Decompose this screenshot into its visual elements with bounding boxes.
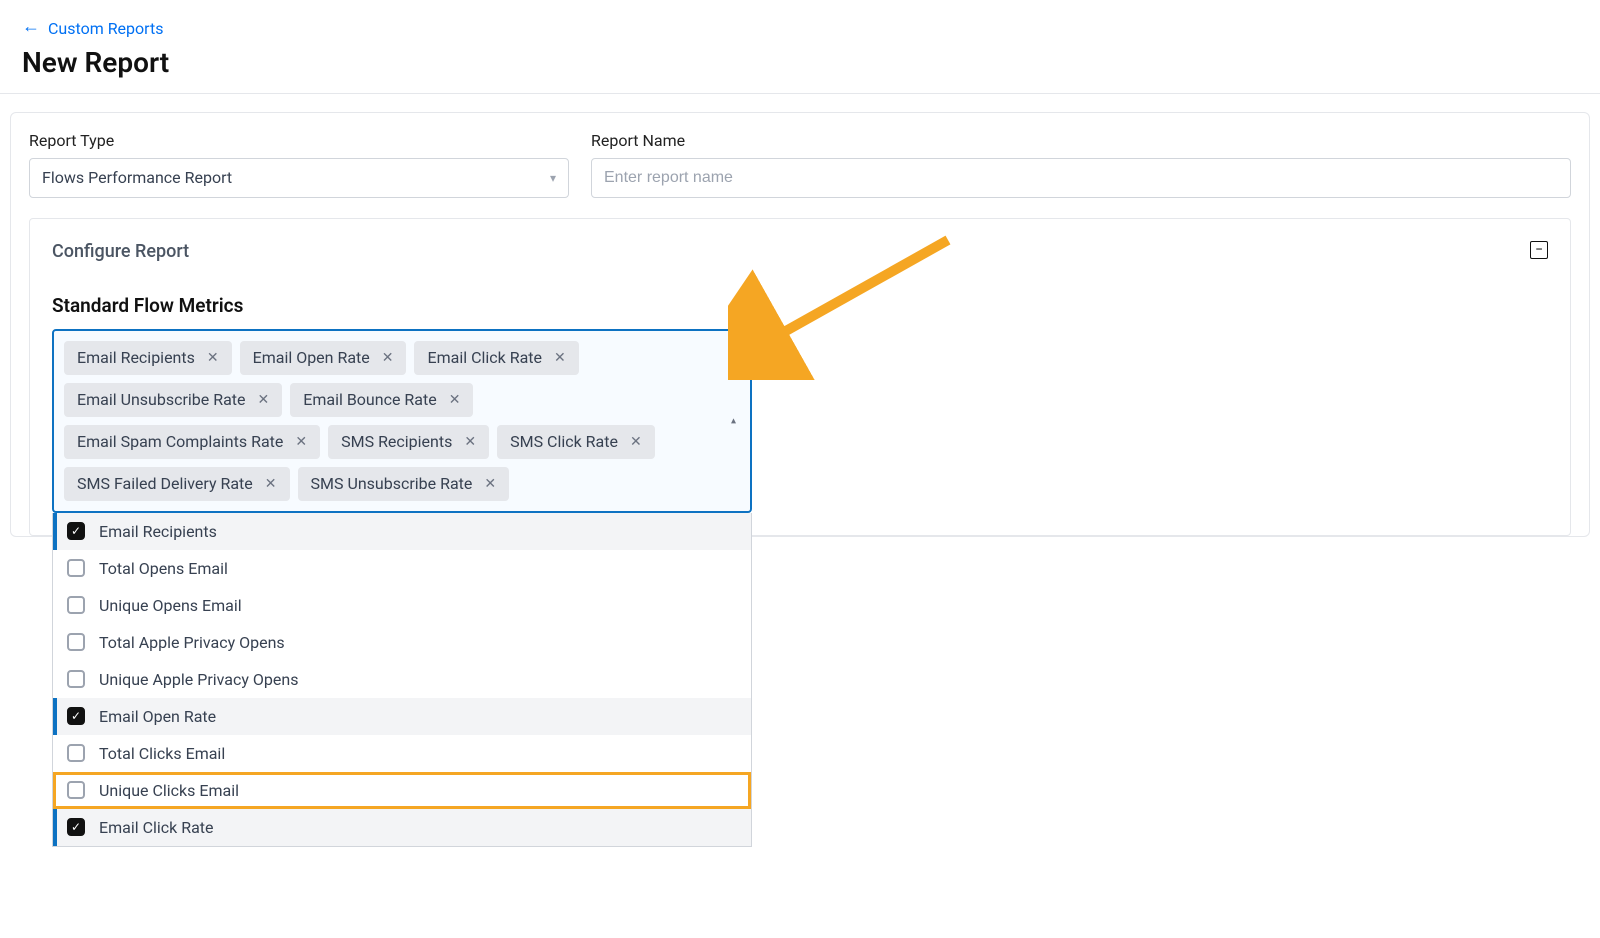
checkbox-icon bbox=[67, 818, 85, 836]
report-type-label: Report Type bbox=[29, 131, 569, 150]
page-header: ← Custom Reports New Report bbox=[0, 0, 1600, 94]
metric-option[interactable]: Total Opens Email bbox=[53, 550, 751, 587]
metric-chip: Email Recipients ✕ bbox=[64, 341, 232, 375]
report-type-col: Report Type Flows Performance Report ▾ bbox=[29, 131, 569, 198]
metric-option-label: Unique Opens Email bbox=[99, 596, 242, 615]
checkbox-icon bbox=[67, 781, 85, 799]
checkbox-icon bbox=[67, 559, 85, 577]
metric-option-label: Total Clicks Email bbox=[99, 744, 225, 763]
metric-chip: Email Unsubscribe Rate ✕ bbox=[64, 383, 282, 417]
remove-chip-icon[interactable]: ✕ bbox=[484, 477, 496, 491]
breadcrumb-link[interactable]: ← Custom Reports bbox=[22, 19, 163, 38]
metric-chip-label: SMS Failed Delivery Rate bbox=[77, 476, 253, 492]
panel-wrap: Report Type Flows Performance Report ▾ R… bbox=[0, 112, 1600, 537]
configure-title: Configure Report bbox=[52, 241, 189, 262]
configure-header: Configure Report − bbox=[52, 241, 1548, 262]
metric-chip: Email Bounce Rate ✕ bbox=[290, 383, 473, 417]
checkbox-icon bbox=[67, 522, 85, 540]
metric-option[interactable]: Email Open Rate bbox=[53, 698, 751, 735]
remove-chip-icon[interactable]: ✕ bbox=[464, 435, 476, 449]
remove-chip-icon[interactable]: ✕ bbox=[295, 435, 307, 449]
metric-option-label: Email Open Rate bbox=[99, 707, 216, 726]
collapse-toggle[interactable]: − bbox=[1530, 241, 1548, 259]
metric-chip-label: SMS Click Rate bbox=[510, 434, 618, 450]
metric-chip-label: SMS Recipients bbox=[341, 434, 452, 450]
metric-option[interactable]: Unique Apple Privacy Opens bbox=[53, 661, 751, 698]
page-title: New Report bbox=[22, 46, 1578, 79]
form-row: Report Type Flows Performance Report ▾ R… bbox=[29, 131, 1571, 198]
metric-option[interactable]: Email Recipients bbox=[53, 513, 751, 550]
checkbox-icon bbox=[67, 596, 85, 614]
metrics-multiselect: Email Recipients✕Email Open Rate✕Email C… bbox=[52, 329, 752, 513]
metric-option-label: Unique Apple Privacy Opens bbox=[99, 670, 298, 689]
chevron-down-icon: ▾ bbox=[550, 171, 556, 185]
back-arrow-icon: ← bbox=[22, 18, 40, 36]
checkbox-icon bbox=[67, 633, 85, 651]
breadcrumb-label: Custom Reports bbox=[48, 19, 163, 38]
metric-chip: SMS Failed Delivery Rate ✕ bbox=[64, 467, 290, 501]
metric-chip: SMS Unsubscribe Rate ✕ bbox=[298, 467, 510, 501]
remove-chip-icon[interactable]: ✕ bbox=[258, 393, 270, 407]
metric-chip-label: Email Spam Complaints Rate bbox=[77, 434, 283, 450]
remove-chip-icon[interactable]: ✕ bbox=[265, 477, 277, 491]
metric-option[interactable]: Unique Clicks Email bbox=[53, 772, 751, 809]
metric-chip: Email Open Rate ✕ bbox=[240, 341, 407, 375]
configure-report-block: Configure Report − Standard Flow Metrics… bbox=[29, 218, 1571, 536]
report-type-selected-value: Flows Performance Report bbox=[42, 168, 232, 187]
checkbox-icon bbox=[67, 707, 85, 725]
metric-chip-label: Email Unsubscribe Rate bbox=[77, 392, 246, 408]
metric-option-label: Unique Clicks Email bbox=[99, 781, 239, 800]
metric-chip-label: Email Click Rate bbox=[427, 350, 542, 366]
checkbox-icon bbox=[67, 670, 85, 688]
metric-option[interactable]: Total Clicks Email bbox=[53, 735, 751, 772]
metric-chip-label: Email Open Rate bbox=[253, 350, 370, 366]
metric-chip-label: Email Bounce Rate bbox=[303, 392, 436, 408]
metric-option-label: Email Click Rate bbox=[99, 818, 214, 837]
metrics-options-list: Email Recipients Total Opens Email Unique … bbox=[52, 513, 752, 847]
metric-option[interactable]: Unique Opens Email bbox=[53, 587, 751, 624]
report-name-col: Report Name bbox=[591, 131, 1571, 198]
metrics-selected-box[interactable]: Email Recipients✕Email Open Rate✕Email C… bbox=[52, 329, 752, 513]
metric-chip: Email Spam Complaints Rate ✕ bbox=[64, 425, 320, 459]
metric-chip: SMS Recipients ✕ bbox=[328, 425, 489, 459]
metric-option-label: Email Recipients bbox=[99, 522, 217, 541]
minus-icon: − bbox=[1535, 243, 1543, 257]
remove-chip-icon[interactable]: ✕ bbox=[382, 351, 394, 365]
metric-option[interactable]: Email Click Rate bbox=[53, 809, 751, 846]
metric-chip-label: Email Recipients bbox=[77, 350, 195, 366]
metric-option-label: Total Apple Privacy Opens bbox=[99, 633, 285, 652]
remove-chip-icon[interactable]: ✕ bbox=[449, 393, 461, 407]
remove-chip-icon[interactable]: ✕ bbox=[554, 351, 566, 365]
report-name-label: Report Name bbox=[591, 131, 1571, 150]
metric-chip-label: SMS Unsubscribe Rate bbox=[311, 476, 473, 492]
metric-chip: Email Click Rate ✕ bbox=[414, 341, 578, 375]
remove-chip-icon[interactable]: ✕ bbox=[207, 351, 219, 365]
checkbox-icon bbox=[67, 744, 85, 762]
metric-option[interactable]: Total Apple Privacy Opens bbox=[53, 624, 751, 661]
standard-flow-metrics-title: Standard Flow Metrics bbox=[52, 294, 1548, 317]
form-panel: Report Type Flows Performance Report ▾ R… bbox=[10, 112, 1590, 537]
report-type-select[interactable]: Flows Performance Report ▾ bbox=[29, 158, 569, 198]
remove-chip-icon[interactable]: ✕ bbox=[630, 435, 642, 449]
metric-option-label: Total Opens Email bbox=[99, 559, 228, 578]
report-name-input[interactable] bbox=[591, 158, 1571, 198]
chevron-up-icon: ▴ bbox=[731, 415, 736, 426]
metric-chip: SMS Click Rate ✕ bbox=[497, 425, 655, 459]
